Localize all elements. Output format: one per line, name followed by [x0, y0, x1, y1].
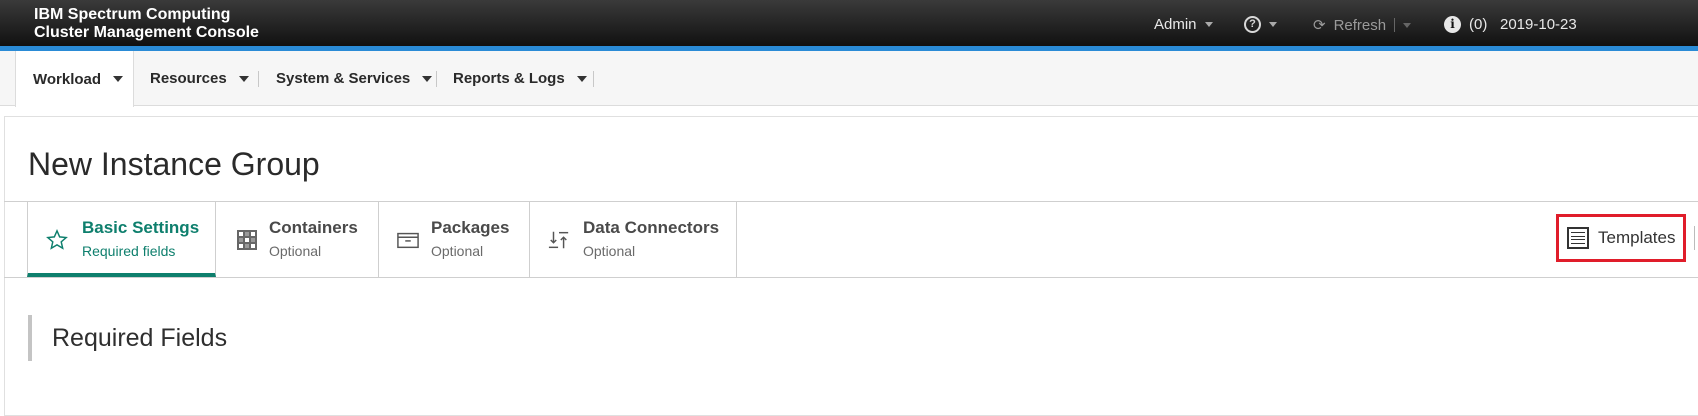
required-fields-section: Required Fields — [28, 315, 227, 361]
notifications-count: (0) — [1469, 16, 1488, 33]
nav-resources-label: Resources — [150, 70, 227, 87]
brand-line-2: Cluster Management Console — [34, 24, 259, 41]
question-circle-icon: ? — [1244, 16, 1261, 33]
refresh-label: Refresh — [1333, 16, 1387, 34]
user-name: Admin — [1154, 16, 1197, 33]
tab-data-connectors-sub: Optional — [583, 243, 636, 259]
refresh-divider — [1394, 18, 1396, 32]
info-icon: i — [1444, 16, 1461, 33]
notifications-button[interactable]: i (0) — [1444, 16, 1487, 33]
package-icon — [397, 229, 419, 251]
nav-system-services[interactable]: System & Services — [276, 51, 433, 106]
tab-data-connectors-label: Data Connectors — [583, 218, 720, 237]
star-icon — [46, 229, 68, 251]
nav-system-services-label: System & Services — [276, 70, 411, 87]
refresh-icon: ⟳ — [1313, 17, 1326, 34]
chevron-down-icon — [113, 76, 124, 82]
tab-packages-sub: Optional — [431, 243, 484, 259]
chevron-down-icon — [1204, 22, 1213, 27]
nav-divider — [593, 71, 594, 87]
section-title: Required Fields — [52, 324, 228, 352]
chevron-down-icon — [238, 75, 249, 82]
data-connectors-icon — [548, 229, 570, 251]
templates-button[interactable]: Templates — [1556, 214, 1686, 262]
page-title: New Instance Group — [28, 146, 320, 182]
templates-label: Templates — [1598, 228, 1676, 247]
toolbar-divider — [1694, 226, 1695, 250]
user-menu[interactable]: Admin — [1154, 16, 1213, 33]
nav-reports-logs[interactable]: Reports & Logs — [453, 51, 587, 106]
nav-resources[interactable]: Resources — [150, 51, 249, 106]
brand-title: IBM Spectrum Computing Cluster Managemen… — [34, 6, 259, 42]
tab-data-connectors[interactable]: Data Connectors Optional — [530, 201, 737, 277]
nav-workload[interactable]: Workload — [15, 51, 134, 107]
top-header: IBM Spectrum Computing Cluster Managemen… — [0, 0, 1698, 46]
datetime-text: 2019-10-23 — [1500, 16, 1577, 33]
tab-basic-settings-label: Basic Settings — [82, 218, 200, 237]
main-nav: Workload Resources System & Services Rep… — [0, 51, 1698, 107]
chevron-down-icon — [422, 75, 433, 82]
nav-reports-logs-label: Reports & Logs — [453, 70, 565, 87]
tab-packages[interactable]: Packages Optional — [379, 201, 530, 277]
tab-basic-settings[interactable]: Basic Settings Required fields — [27, 201, 216, 277]
nav-divider — [258, 71, 259, 87]
chevron-down-icon — [1269, 22, 1277, 27]
tab-containers-label: Containers — [269, 218, 358, 237]
chevron-down-icon — [576, 75, 587, 82]
chevron-down-icon — [1403, 22, 1412, 28]
tab-basic-settings-sub: Required fields — [82, 243, 176, 259]
tab-containers[interactable]: Containers Optional — [216, 201, 379, 277]
containers-icon — [236, 229, 258, 251]
datetime: 2019-10-23 — [1500, 16, 1577, 33]
help-menu[interactable]: ? — [1244, 16, 1277, 33]
nav-workload-label: Workload — [33, 70, 102, 88]
nav-divider — [436, 71, 437, 87]
tab-containers-sub: Optional — [269, 243, 322, 259]
brand-line-1: IBM Spectrum Computing — [34, 6, 231, 23]
tab-packages-label: Packages — [431, 218, 510, 237]
refresh-button[interactable]: ⟳ Refresh — [1313, 16, 1412, 34]
document-icon — [1567, 227, 1589, 249]
